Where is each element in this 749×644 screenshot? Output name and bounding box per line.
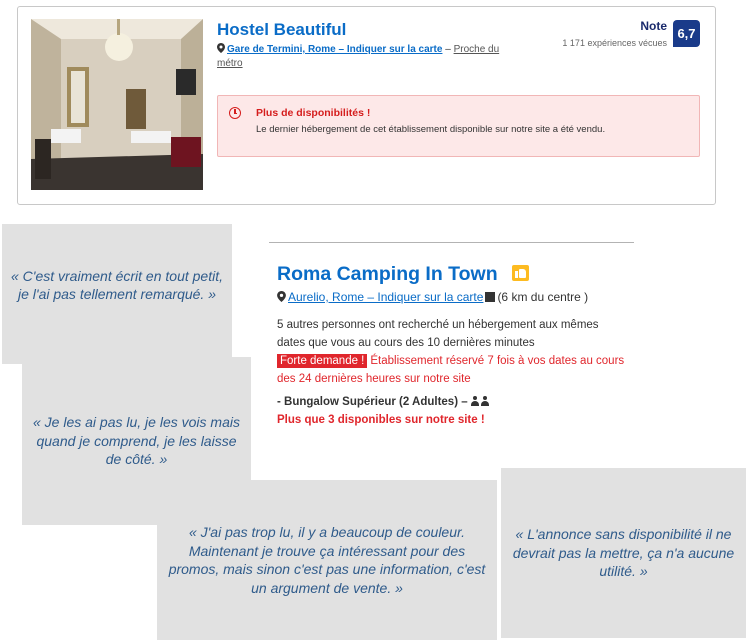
availability-warning: Plus que 3 disponibles sur notre site ! [277, 414, 485, 426]
unavailable-alert: Plus de disponibilités ! Le dernier hébe… [217, 95, 700, 157]
user-quote: « J'ai pas trop lu, il y a beaucoup de c… [157, 480, 497, 640]
quote-text: « J'ai pas trop lu, il y a beaucoup de c… [168, 524, 486, 596]
room-type-label: - Bungalow Supérieur (2 Adultes) – [277, 396, 468, 408]
high-demand-badge: Forte demande ! [277, 354, 368, 368]
review-count[interactable]: 1 171 expériences vécues [562, 38, 667, 48]
alert-text: Le dernier hébergement de cet établissem… [256, 124, 606, 135]
camping-location: Aurelio, Rome – Indiquer sur la carte (6 … [277, 290, 588, 304]
map-icon[interactable] [485, 292, 496, 302]
hostel-location-link[interactable]: Gare de Termini, Rome – Indiquer sur la … [227, 44, 442, 55]
high-demand-notice: Forte demande ! Établissement réservé 7 f… [277, 352, 632, 388]
camping-location-link[interactable]: Aurelio, Rome – Indiquer sur la carte [288, 290, 483, 304]
room-type: - Bungalow Supérieur (2 Adultes) – [277, 396, 491, 408]
quote-text: « Je les ai pas lu, je les vois mais qua… [33, 414, 240, 468]
rating-label: Note [640, 19, 667, 33]
quote-text: « C'est vraiment écrit en tout petit, je… [11, 267, 223, 303]
recent-searches-notice: 5 autres personnes ont recherché un hébe… [277, 319, 599, 349]
alert-title: Plus de disponibilités ! [256, 107, 371, 119]
user-quote: « C'est vraiment écrit en tout petit, je… [2, 224, 232, 364]
map-pin-icon [277, 291, 286, 302]
camping-title[interactable]: Roma Camping In Town [277, 263, 498, 286]
hostel-title[interactable]: Hostel Beautiful [217, 20, 346, 40]
map-pin-icon [217, 43, 225, 53]
user-quote: « L'annonce sans disponibilité il ne dev… [501, 468, 746, 638]
rating-score-badge: 6,7 [673, 20, 700, 47]
hostel-card: Hostel Beautiful Gare de Termini, Rome –… [17, 6, 716, 205]
hostel-location: Gare de Termini, Rome – Indiquer sur la … [217, 43, 517, 71]
hostel-photo[interactable] [31, 19, 203, 190]
clock-icon [229, 107, 241, 119]
hostel-location-separator: – [442, 44, 454, 55]
camping-distance: (6 km du centre ) [497, 290, 589, 304]
people-icon [470, 396, 491, 406]
card-divider [269, 242, 634, 243]
thumbs-up-icon [512, 265, 529, 281]
quote-text: « L'annonce sans disponibilité il ne dev… [512, 526, 735, 580]
hostel-room-image [31, 19, 203, 190]
